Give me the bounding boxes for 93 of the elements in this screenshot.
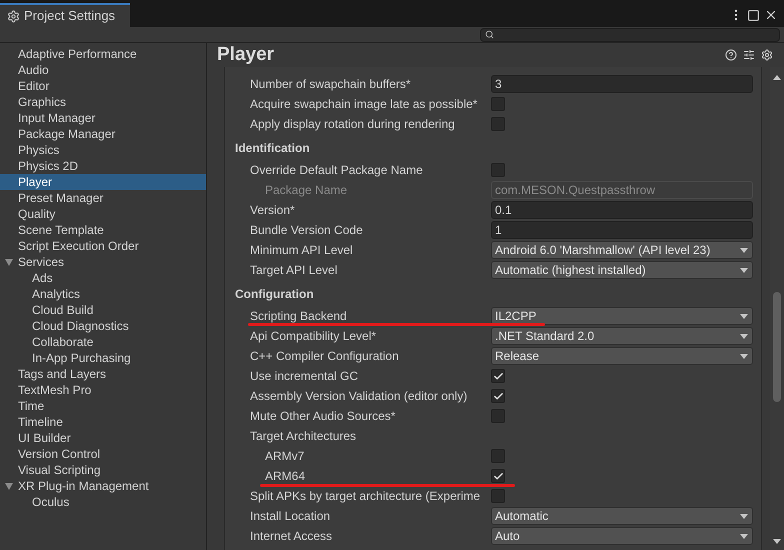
setting-label: Split APKs by target architecture (Experime xyxy=(250,489,480,503)
sidebar-item[interactable]: Oculus xyxy=(0,494,206,510)
sliders-icon[interactable] xyxy=(743,49,755,61)
setting-label: Mute Other Audio Sources* xyxy=(250,409,396,423)
setting-label: Acquire swapchain image late as possible* xyxy=(250,97,478,111)
sidebar-item[interactable]: Graphics xyxy=(0,94,206,110)
sidebar-item[interactable]: Timeline xyxy=(0,414,206,430)
setting-label: Scripting Backend xyxy=(250,309,347,323)
sidebar-item[interactable]: Audio xyxy=(0,62,206,78)
maximize-icon[interactable] xyxy=(747,8,760,22)
sidebar-item[interactable]: Cloud Diagnostics xyxy=(0,318,206,334)
sidebar-item[interactable]: TextMesh Pro xyxy=(0,382,206,398)
settings-icon xyxy=(7,10,20,22)
setting-label: Bundle Version Code xyxy=(250,223,363,237)
setting-label: Assembly Version Validation (editor only) xyxy=(250,389,468,403)
search-field[interactable] xyxy=(480,28,780,42)
setting-label: Target Architectures xyxy=(250,429,356,443)
search-icon xyxy=(485,30,494,39)
setting-label: Version* xyxy=(250,203,295,217)
sidebar-item[interactable]: Analytics xyxy=(0,286,206,302)
text-field[interactable]: 1 xyxy=(491,221,753,239)
checkbox[interactable] xyxy=(491,389,505,403)
checkbox[interactable] xyxy=(491,163,505,177)
sidebar-item[interactable]: Cloud Build xyxy=(0,302,206,318)
text-field[interactable]: 3 xyxy=(491,75,753,93)
dropdown[interactable]: Auto xyxy=(491,527,753,545)
sidebar-item[interactable]: Package Manager xyxy=(0,126,206,142)
close-icon[interactable] xyxy=(764,8,778,22)
sidebar-item[interactable]: Scene Template xyxy=(0,222,206,238)
sidebar-item[interactable]: Preset Manager xyxy=(0,190,206,206)
sidebar-item[interactable]: Tags and Layers xyxy=(0,366,206,382)
checkmark-icon xyxy=(492,470,504,482)
window-tab[interactable]: Project Settings xyxy=(0,3,130,27)
sidebar-item[interactable]: Version Control xyxy=(0,446,206,462)
checkbox[interactable] xyxy=(491,409,505,423)
sidebar-item[interactable]: Quality xyxy=(0,206,206,222)
dropdown-caret-icon xyxy=(740,268,748,273)
sidebar-item[interactable]: Adaptive Performance xyxy=(0,46,206,62)
dropdown-caret-icon xyxy=(740,534,748,539)
dropdown[interactable]: Automatic (highest installed) xyxy=(491,261,753,279)
section-header: Identification xyxy=(235,140,310,157)
checkbox[interactable] xyxy=(491,97,505,111)
setting-label: ARM64 xyxy=(265,469,306,483)
sidebar-item[interactable]: Input Manager xyxy=(0,110,206,126)
page-title: Player xyxy=(217,42,274,67)
expanded-triangle-icon[interactable] xyxy=(5,483,13,490)
setting-label: Internet Access xyxy=(250,529,332,543)
sidebar-item[interactable]: In-App Purchasing xyxy=(0,350,206,366)
checkbox[interactable] xyxy=(491,369,505,383)
setting-label: Use incremental GC xyxy=(250,369,358,383)
help-icon[interactable] xyxy=(725,49,737,61)
dropdown[interactable]: IL2CPP xyxy=(491,307,753,325)
setting-label: Target API Level xyxy=(250,263,338,277)
sidebar-item[interactable]: UI Builder xyxy=(0,430,206,446)
sidebar-item[interactable]: Physics 2D xyxy=(0,158,206,174)
checkmark-icon xyxy=(492,370,504,382)
dropdown[interactable]: Android 6.0 'Marshmallow' (API level 23) xyxy=(491,241,753,259)
sidebar-item[interactable]: Editor xyxy=(0,78,206,94)
sidebar-item[interactable]: Player xyxy=(0,174,206,190)
settings-icon[interactable] xyxy=(761,49,773,61)
sidebar-item[interactable]: Physics xyxy=(0,142,206,158)
sidebar-item[interactable]: Visual Scripting xyxy=(0,462,206,478)
setting-label: Api Compatibility Level* xyxy=(250,329,376,343)
setting-label: Install Location xyxy=(250,509,330,523)
sidebar-item[interactable]: Services xyxy=(0,254,206,270)
dropdown[interactable]: .NET Standard 2.0 xyxy=(491,327,753,345)
setting-label: ARMv7 xyxy=(265,449,304,463)
dropdown-caret-icon xyxy=(740,334,748,339)
dropdown-caret-icon xyxy=(740,248,748,253)
checkmark-icon xyxy=(492,390,504,402)
dropdown-caret-icon xyxy=(740,514,748,519)
section-header: Configuration xyxy=(235,286,314,303)
sidebar-item[interactable]: Ads xyxy=(0,270,206,286)
setting-label: Number of swapchain buffers* xyxy=(250,77,411,91)
dropdown-caret-icon xyxy=(740,314,748,319)
checkbox[interactable] xyxy=(491,469,505,483)
sidebar-item[interactable]: Script Execution Order xyxy=(0,238,206,254)
checkbox[interactable] xyxy=(491,117,505,131)
checkbox[interactable] xyxy=(491,489,505,503)
dropdown[interactable]: Automatic xyxy=(491,507,753,525)
sidebar-item[interactable]: Collaborate xyxy=(0,334,206,350)
checkbox[interactable] xyxy=(491,449,505,463)
sidebar-item[interactable]: Time xyxy=(0,398,206,414)
dropdown[interactable]: Release xyxy=(491,347,753,365)
setting-label: Override Default Package Name xyxy=(250,163,423,177)
text-field[interactable]: 0.1 xyxy=(491,201,753,219)
setting-label: Minimum API Level xyxy=(250,243,353,257)
sidebar-item[interactable]: XR Plug-in Management xyxy=(0,478,206,494)
dropdown-caret-icon xyxy=(740,354,748,359)
expanded-triangle-icon[interactable] xyxy=(5,259,13,266)
setting-label: Apply display rotation during rendering xyxy=(250,117,455,131)
setting-label: Package Name xyxy=(265,183,348,197)
setting-label: C++ Compiler Configuration xyxy=(250,349,399,363)
